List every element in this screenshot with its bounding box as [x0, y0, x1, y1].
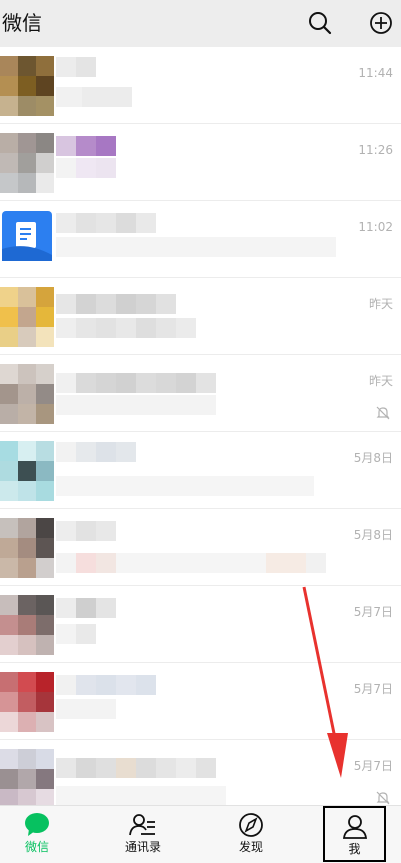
chat-name-blurred [56, 294, 176, 314]
plus-circle-icon [370, 12, 392, 34]
chat-time: 11:26 [358, 143, 393, 157]
chat-preview-blurred [56, 395, 216, 415]
chat-preview-blurred [56, 318, 196, 338]
tab-label: 微信 [24, 840, 49, 854]
chat-preview-blurred [56, 553, 326, 573]
avatar [0, 518, 54, 578]
chat-name-blurred [56, 442, 136, 462]
chat-name-blurred [56, 213, 156, 233]
chat-time: 11:02 [358, 220, 393, 234]
avatar [0, 749, 54, 805]
muted-bell-icon [376, 406, 390, 420]
wechat-app: 微信 11:44 11:26 11:02 昨天 昨天 5月8日 5月8日 5月7… [0, 0, 401, 863]
chat-time: 5月8日 [353, 451, 393, 465]
add-button[interactable] [366, 8, 396, 38]
chat-name-blurred [56, 521, 116, 541]
muted-bell-icon [376, 791, 390, 805]
avatar [0, 287, 54, 347]
chat-time: 昨天 [368, 374, 393, 388]
chat-list-item[interactable]: 11:26 [0, 124, 401, 201]
chat-time: 11:44 [358, 66, 393, 80]
search-icon [309, 12, 332, 35]
chat-preview-blurred [56, 786, 226, 805]
chat-time: 5月8日 [353, 528, 393, 542]
tab-label: 发现 [238, 840, 263, 854]
search-button[interactable] [305, 8, 335, 38]
chat-preview-blurred [56, 158, 116, 178]
chat-name-blurred [56, 675, 156, 695]
chat-preview-blurred [56, 699, 116, 719]
chat-list-item[interactable]: 昨天 [0, 355, 401, 432]
chat-bubble-icon [25, 813, 49, 836]
tab-label: 我 [348, 842, 361, 856]
avatar [0, 595, 54, 655]
avatar [0, 672, 54, 732]
avatar [0, 56, 54, 116]
avatar [0, 133, 54, 193]
avatar [0, 441, 54, 501]
chat-list-item[interactable]: 昨天 [0, 278, 401, 355]
chat-name-blurred [56, 758, 216, 778]
chat-name-blurred [56, 136, 116, 156]
chat-preview-blurred [56, 87, 132, 107]
page-title: 微信 [2, 11, 42, 35]
tab-label: 通讯录 [124, 840, 161, 854]
document-icon [2, 222, 52, 261]
tab-discover[interactable]: 发现 [216, 806, 286, 863]
contacts-icon [129, 814, 155, 836]
chat-name-blurred [56, 373, 216, 393]
compass-icon [239, 813, 263, 837]
tab-me[interactable]: 我 [323, 806, 386, 862]
avatar [2, 211, 52, 261]
tab-contacts[interactable]: 通讯录 [108, 806, 178, 863]
annotation-arrow [302, 586, 348, 778]
chat-list-item[interactable]: 11:02 [0, 201, 401, 278]
chat-name-blurred [56, 57, 96, 77]
chat-preview-blurred [56, 624, 96, 644]
bottom-tab-bar: 微信 通讯录 发现 我 [0, 805, 401, 863]
chat-time: 昨天 [368, 297, 393, 311]
chat-name-blurred [56, 598, 116, 618]
chat-list-item[interactable]: 5月8日 [0, 509, 401, 586]
person-icon [342, 815, 367, 839]
avatar [0, 364, 54, 424]
chat-preview-blurred [56, 476, 314, 496]
chat-list-item[interactable]: 11:44 [0, 47, 401, 124]
chat-list-item[interactable]: 5月8日 [0, 432, 401, 509]
chat-preview-blurred [56, 237, 336, 257]
tab-chats[interactable]: 微信 [2, 806, 72, 863]
top-bar: 微信 [0, 0, 401, 47]
